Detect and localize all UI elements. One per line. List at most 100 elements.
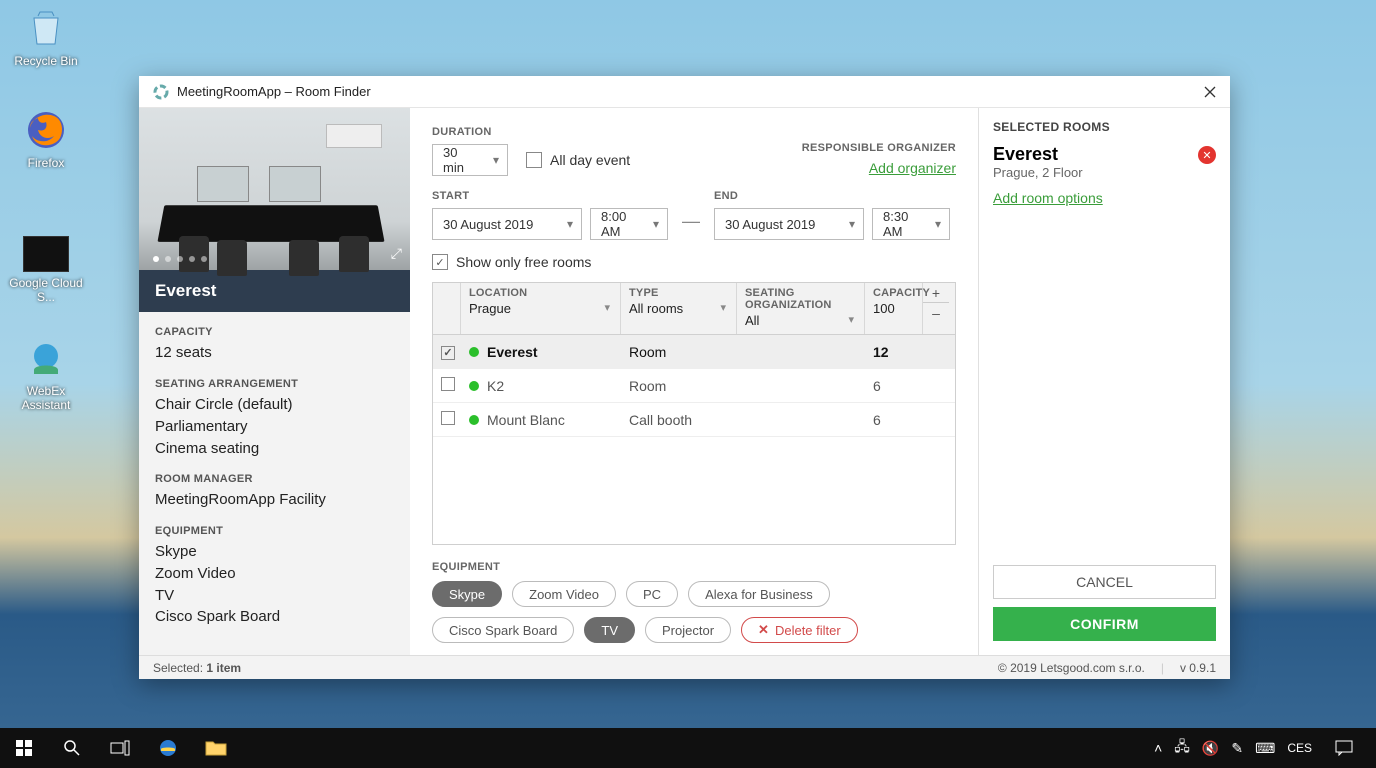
col-seating-label: SEATING ORGANIZATION (745, 287, 856, 311)
type-filter[interactable]: All rooms (629, 301, 728, 316)
equipment-label: EQUIPMENT (155, 525, 394, 537)
row-capacity: 6 (865, 412, 923, 428)
status-version: v 0.9.1 (1180, 661, 1216, 675)
main-panel: DURATION 30 min All day event RESPONSIBL… (410, 108, 978, 655)
table-row[interactable]: Everest Room 12 (433, 335, 955, 369)
row-checkbox[interactable] (441, 411, 455, 425)
rooms-table: LOCATION Prague TYPE All rooms SEATING O… (432, 282, 956, 545)
add-organizer-link[interactable]: Add organizer (802, 160, 956, 176)
tray-keyboard-icon[interactable]: ⌨ (1255, 740, 1275, 757)
close-button[interactable] (1190, 76, 1230, 108)
seating-value: Parliamentary (155, 416, 394, 438)
all-day-label: All day event (550, 152, 630, 168)
taskbar[interactable]: ˄ 🖧 🔇 ✎ ⌨ CES (0, 728, 1376, 768)
capacity-label: CAPACITY (155, 326, 394, 338)
col-type-label: TYPE (629, 287, 728, 299)
row-checkbox[interactable] (441, 377, 455, 391)
room-title: Everest (139, 270, 410, 312)
all-day-checkbox[interactable] (526, 152, 542, 168)
cancel-button[interactable]: CANCEL (993, 565, 1216, 599)
desktop-icon-recycle-bin[interactable]: Recycle Bin (8, 6, 84, 68)
tray-chevron-icon[interactable]: ˄ (1154, 740, 1162, 756)
status-copyright: © 2019 Letsgood.com s.r.o. (998, 661, 1145, 675)
table-row[interactable]: Mount BlancCall booth6 (433, 403, 955, 437)
taskbar-explorer[interactable] (192, 728, 240, 768)
status-dot-icon (469, 415, 479, 425)
carousel-dots[interactable] (153, 256, 207, 262)
desktop-icon-webex[interactable]: WebEx Assistant (8, 336, 84, 412)
close-icon: ✕ (758, 622, 769, 638)
search-button[interactable] (48, 728, 96, 768)
start-time-select[interactable]: 8:00 AM (590, 208, 668, 240)
capacity-value: 12 seats (155, 342, 394, 364)
row-capacity: 12 (865, 344, 923, 360)
capacity-plus-button[interactable]: + (923, 283, 949, 303)
selected-room-location: Prague, 2 Floor (993, 165, 1216, 180)
folder-icon (205, 739, 227, 757)
seating-value: Cinema seating (155, 438, 394, 460)
col-capacity-label: CAPACITY (873, 287, 914, 299)
terminal-icon (23, 236, 69, 272)
equipment-value: Zoom Video (155, 563, 394, 585)
task-view-icon (110, 740, 130, 756)
equipment-pill[interactable]: PC (626, 581, 678, 607)
organizer-label: RESPONSIBLE ORGANIZER (802, 142, 956, 154)
manager-value: MeetingRoomApp Facility (155, 489, 394, 511)
titlebar[interactable]: MeetingRoomApp – Room Finder (139, 76, 1230, 108)
notification-icon (1335, 740, 1353, 756)
duration-select[interactable]: 30 min (432, 144, 508, 176)
add-room-options-link[interactable]: Add room options (993, 190, 1216, 206)
action-center-button[interactable] (1324, 728, 1364, 768)
location-filter[interactable]: Prague (469, 301, 612, 316)
selected-room-name: Everest (993, 144, 1216, 165)
row-name: Everest (487, 344, 538, 360)
desktop-icon-firefox[interactable]: Firefox (8, 108, 84, 170)
col-location-label: LOCATION (469, 287, 612, 299)
capacity-filter[interactable]: 100 (873, 301, 914, 316)
taskbar-ie[interactable] (144, 728, 192, 768)
desktop-icon-label: Recycle Bin (8, 54, 84, 68)
tray-volume-muted-icon[interactable]: 🔇 (1202, 740, 1219, 757)
equipment-pill[interactable]: Alexa for Business (688, 581, 830, 607)
recycle-bin-icon (24, 6, 68, 50)
row-type: Room (621, 344, 737, 360)
desktop-icon-label: Google Cloud S... (8, 276, 84, 304)
room-detail-panel: ⤢ Everest CAPACITY 12 seats SEATING ARRA… (139, 108, 410, 655)
windows-icon (16, 740, 32, 756)
ie-icon (157, 737, 179, 759)
room-photo[interactable]: ⤢ (139, 108, 410, 270)
equipment-pill[interactable]: Projector (645, 617, 731, 643)
start-date-select[interactable]: 30 August 2019 (432, 208, 582, 240)
capacity-minus-button[interactable]: – (923, 303, 949, 323)
equipment-pill[interactable]: Cisco Spark Board (432, 617, 574, 643)
tray-language[interactable]: CES (1287, 741, 1312, 755)
fullscreen-icon[interactable]: ⤢ (391, 245, 402, 262)
desktop-icon-label: Firefox (8, 156, 84, 170)
equipment-filter-label: EQUIPMENT (432, 561, 956, 573)
desktop-icon-google-cloud[interactable]: Google Cloud S... (8, 232, 84, 304)
remove-room-button[interactable]: ✕ (1198, 146, 1216, 164)
row-type: Call booth (621, 412, 737, 428)
confirm-button[interactable]: CONFIRM (993, 607, 1216, 641)
equipment-pill[interactable]: Skype (432, 581, 502, 607)
start-button[interactable] (0, 728, 48, 768)
equipment-pill[interactable]: TV (584, 617, 635, 643)
row-checkbox[interactable] (441, 346, 455, 360)
delete-filter-button[interactable]: ✕Delete filter (741, 617, 858, 643)
room-finder-window: MeetingRoomApp – Room Finder ⤢ Everest C… (139, 76, 1230, 679)
table-row[interactable]: K2Room6 (433, 369, 955, 403)
equipment-pill[interactable]: Zoom Video (512, 581, 616, 607)
tray-pen-icon[interactable]: ✎ (1231, 740, 1243, 757)
equipment-value: Skype (155, 541, 394, 563)
status-dot-icon (469, 381, 479, 391)
status-selected: Selected: 1 item (153, 661, 241, 675)
free-rooms-checkbox[interactable] (432, 254, 448, 270)
task-view-button[interactable] (96, 728, 144, 768)
selected-rooms-panel: SELECTED ROOMS Everest Prague, 2 Floor ✕… (978, 108, 1230, 655)
end-date-select[interactable]: 30 August 2019 (714, 208, 864, 240)
start-label: START (432, 190, 668, 202)
end-time-select[interactable]: 8:30 AM (872, 208, 950, 240)
free-rooms-label: Show only free rooms (456, 254, 591, 270)
tray-network-icon[interactable]: 🖧 (1174, 736, 1190, 760)
seating-filter[interactable]: All (745, 313, 856, 328)
